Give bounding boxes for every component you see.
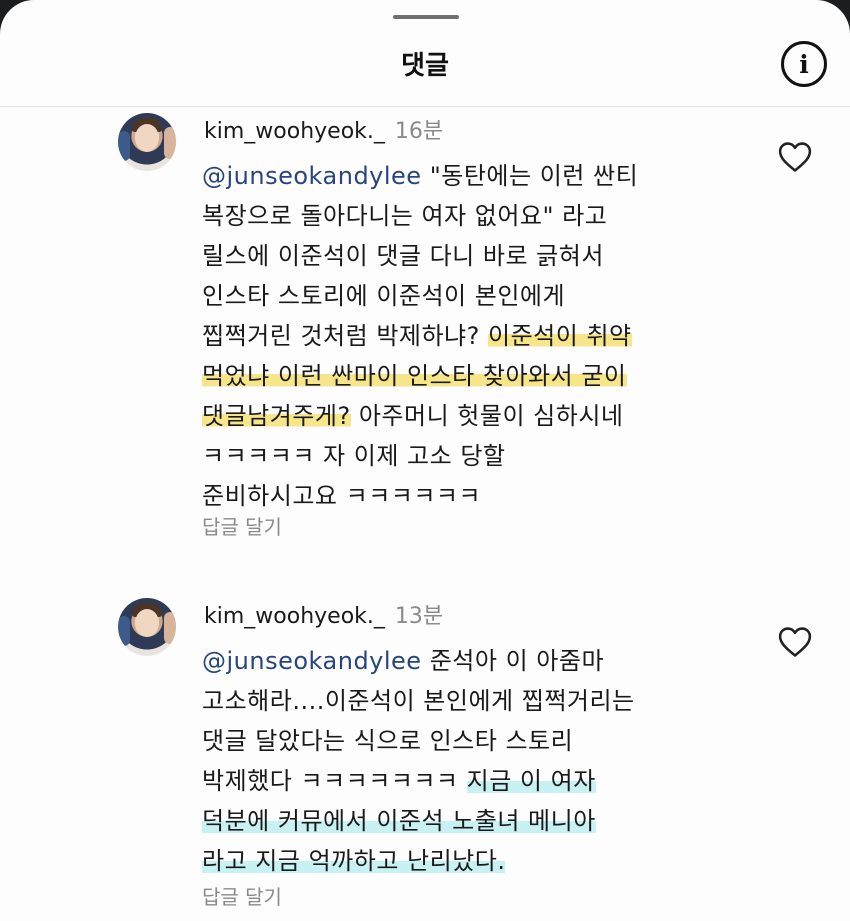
comment-time: 13분	[394, 604, 444, 629]
comment-author[interactable]: kim_woohyeok._ 13분	[204, 598, 443, 630]
page-title: 댓글	[401, 51, 449, 81]
comment-item: kim_woohyeok._ 16분 @junseokandylee "동탄에는 …	[0, 113, 850, 553]
avatar[interactable]	[118, 598, 176, 656]
reply-button[interactable]: 답글 달기	[202, 881, 282, 910]
mention-link[interactable]: @junseokandylee	[202, 647, 422, 675]
comment-text: @junseokandylee "동탄에는 이런 싼티 복장으로 돌아다니는 여…	[202, 162, 639, 510]
avatar[interactable]	[118, 113, 176, 171]
sheet-grabber[interactable]	[393, 15, 459, 19]
highlight-cyan: 라고 지금 억까하고 난리났다.	[202, 847, 506, 875]
comments-sheet: 댓글 i kim_woohyeok._ 16분 @junseokandylee "…	[0, 0, 850, 921]
comment-time: 16분	[394, 119, 444, 144]
reply-button[interactable]: 답글 달기	[202, 511, 282, 540]
username-label[interactable]: kim_woohyeok._	[204, 119, 385, 144]
highlight-cyan: 지금 이 여자	[466, 767, 596, 795]
info-icon[interactable]: i	[781, 41, 827, 87]
heart-icon[interactable]	[778, 141, 812, 173]
highlight-yellow: 이준석이 취약	[488, 322, 632, 350]
heart-icon[interactable]	[778, 626, 812, 658]
highlight-yellow: 먹었냐 이런 싼마이 인스타 찾아와서 굳이	[202, 362, 627, 390]
comment-text: @junseokandylee 준석아 이 아줌마 고소해라....이준석이 본…	[202, 647, 635, 875]
header-divider	[0, 106, 850, 107]
comment-item: kim_woohyeok._ 13분 @junseokandylee 준석아 이 …	[0, 598, 850, 921]
highlight-yellow: 댓글남겨주게?	[202, 402, 351, 430]
username-label[interactable]: kim_woohyeok._	[204, 604, 385, 629]
highlight-cyan: 덕분에 커뮤에서 이준석 노출녀 메니아	[202, 807, 596, 835]
comment-author[interactable]: kim_woohyeok._ 16분	[204, 113, 443, 145]
mention-link[interactable]: @junseokandylee	[202, 162, 422, 190]
